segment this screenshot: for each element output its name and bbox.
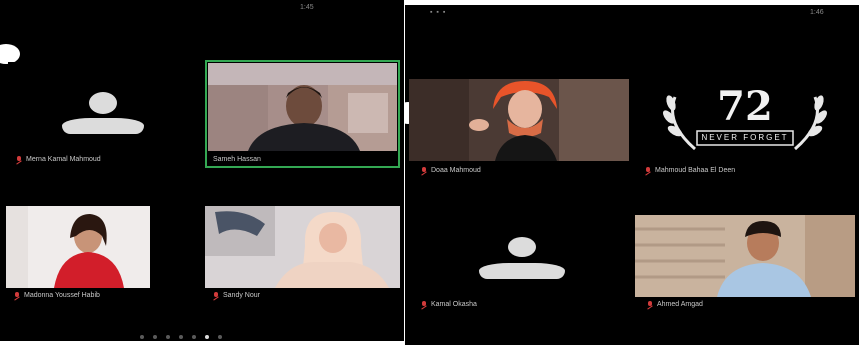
participant-name: Ahmed Amgad xyxy=(657,301,703,308)
participant-name-row: Ahmed Amgad xyxy=(647,301,703,308)
side-panel-handle[interactable] xyxy=(0,44,20,64)
participant-video xyxy=(208,63,397,151)
right-meeting-screen: ▪ ▪ ▪ 1:46 Doaa Mahmoud 72 NEVER FORGET … xyxy=(405,5,859,345)
participant-tile[interactable]: Merna Kamal Mahmoud xyxy=(8,62,198,168)
participant-name-row: Doaa Mahmoud xyxy=(421,167,481,174)
left-meeting-screen: 1:45 Merna Kamal Mahmoud Sameh Hassan Ma… xyxy=(0,0,404,341)
participant-name-row: Mahmoud Bahaa El Deen xyxy=(645,167,735,174)
status-time: 1:45 xyxy=(300,4,314,11)
avatar-placeholder-icon xyxy=(60,92,146,140)
mic-off-icon xyxy=(14,292,20,299)
participant-name: Doaa Mahmoud xyxy=(431,167,481,174)
participant-video xyxy=(205,206,400,288)
page-dot[interactable] xyxy=(179,335,183,339)
participant-profile-image: 72 NEVER FORGET xyxy=(635,79,855,161)
badge-caption: NEVER FORGET xyxy=(701,133,789,142)
page-dot[interactable] xyxy=(153,335,157,339)
participant-tile[interactable]: Madonna Youssef Habib xyxy=(6,206,200,302)
participant-name-row: Sameh Hassan xyxy=(213,156,261,163)
participant-name-row: Sandy Nour xyxy=(213,292,260,299)
page-dot[interactable] xyxy=(140,335,144,339)
badge-number: 72 xyxy=(717,83,773,130)
avatar-placeholder-icon xyxy=(477,237,567,283)
status-time: 1:46 xyxy=(810,9,824,16)
mic-off-icon xyxy=(421,301,427,308)
mic-off-icon xyxy=(421,167,427,174)
participant-name-row: Madonna Youssef Habib xyxy=(14,292,100,299)
participant-tile[interactable]: Doaa Mahmoud xyxy=(409,79,629,179)
participant-name: Mahmoud Bahaa El Deen xyxy=(655,167,736,174)
participant-tile-active[interactable]: Sameh Hassan xyxy=(205,60,400,168)
participant-name: Sandy Nour xyxy=(223,292,260,299)
participant-name: Madonna Youssef Habib xyxy=(24,292,100,299)
participant-tile[interactable]: Kamal Okasha xyxy=(409,215,629,315)
participant-video xyxy=(409,79,629,161)
status-icons: ▪ ▪ ▪ xyxy=(430,9,447,16)
participant-name: Sameh Hassan xyxy=(213,156,261,163)
participant-tile[interactable]: 72 NEVER FORGET Mahmoud Bahaa El Deen xyxy=(635,79,855,179)
participant-video xyxy=(635,215,855,297)
page-dot[interactable] xyxy=(205,335,209,339)
mic-off-icon xyxy=(645,167,651,174)
participant-name: Merna Kamal Mahmoud xyxy=(26,156,101,163)
participant-name-row: Merna Kamal Mahmoud xyxy=(16,156,101,163)
participant-name: Kamal Okasha xyxy=(431,301,477,308)
participant-tile[interactable]: Ahmed Amgad xyxy=(635,215,855,315)
mic-off-icon xyxy=(16,156,22,163)
participant-video xyxy=(6,206,150,288)
mic-off-icon xyxy=(213,292,219,299)
page-dot[interactable] xyxy=(218,335,222,339)
participant-tile[interactable]: Sandy Nour xyxy=(205,206,400,302)
page-dot[interactable] xyxy=(192,335,196,339)
mic-off-icon xyxy=(647,301,653,308)
page-dot[interactable] xyxy=(166,335,170,339)
participant-name-row: Kamal Okasha xyxy=(421,301,477,308)
page-indicator[interactable] xyxy=(140,335,222,339)
